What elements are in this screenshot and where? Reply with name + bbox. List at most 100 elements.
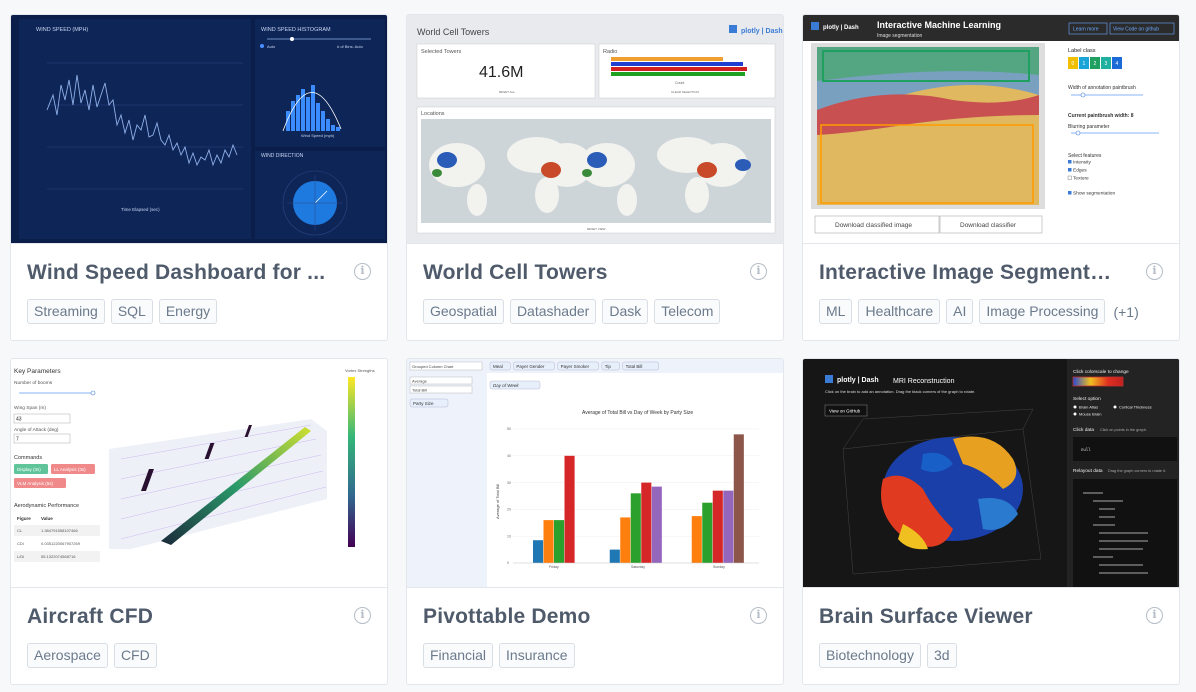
card-title[interactable]: Interactive Image Segmenta...	[819, 261, 1119, 285]
app-card-aircraft-cfd[interactable]: Key Parameters Number of booms Wing Span…	[10, 358, 388, 685]
preview-heading: World Cell Towers	[417, 27, 490, 37]
locations-label: Locations	[421, 111, 445, 117]
colorscale-title: Click colorscale to change	[1073, 369, 1129, 375]
info-icon[interactable]: i	[354, 607, 371, 624]
y-tick-label: 50	[507, 427, 511, 431]
display-button: Display (3s)	[17, 467, 41, 472]
bar	[651, 486, 662, 563]
bar	[620, 517, 631, 563]
bar	[533, 540, 544, 563]
field-pill-label: Payer Gender	[516, 364, 545, 369]
bar	[691, 516, 702, 563]
card-title[interactable]: Wind Speed Dashboard for ...	[27, 261, 325, 285]
count-axis: Count	[675, 81, 684, 85]
learn-more-button: Learn more	[1073, 27, 1099, 33]
segmentation-preview: plotly | Dash Interactive Machine Learni…	[803, 15, 1179, 243]
renderer-select: Grouped Column Chart	[412, 364, 454, 369]
tag[interactable]: Biotechnology	[819, 643, 921, 668]
bar	[630, 493, 641, 563]
info-icon[interactable]: i	[354, 263, 371, 280]
app-card-brain-surface[interactable]: plotly | Dash MRI Reconstruction Click o…	[802, 358, 1180, 685]
y-tick-label: 10	[507, 534, 511, 538]
feature-intensity: Intensity	[1073, 160, 1091, 166]
card-thumbnail[interactable]: Key Parameters Number of booms Wing Span…	[11, 359, 387, 588]
radio-label: Radio	[603, 49, 617, 55]
tag[interactable]: Financial	[423, 643, 494, 668]
blurring-label: Blurring parameter	[1068, 124, 1110, 130]
bar	[641, 482, 652, 563]
tag[interactable]: CFD	[113, 643, 157, 668]
angle-input: 7	[16, 437, 19, 443]
relayout-hint: Drag the graph corners to rotate it.	[1108, 469, 1166, 473]
tag[interactable]: Datashader	[509, 299, 597, 324]
card-title[interactable]: Aircraft CFD	[27, 605, 153, 629]
tag[interactable]: Image Processing	[979, 299, 1106, 324]
select-features-label: Select features	[1068, 153, 1102, 159]
relayout-title: Relayout data	[1073, 468, 1103, 474]
tag[interactable]: AI	[946, 299, 974, 324]
tag[interactable]: Dask	[602, 299, 649, 324]
info-icon[interactable]: i	[1146, 263, 1163, 280]
info-icon[interactable]: i	[750, 263, 767, 280]
option-cortical-thickness: Cortical Thickness	[1119, 405, 1152, 410]
field-pill-label: Payer Smoker	[561, 364, 590, 369]
y-tick-label: 30	[507, 481, 511, 485]
class-0: 0	[1072, 61, 1075, 67]
tag[interactable]: SQL	[110, 299, 153, 324]
option-brain-atlas: Brain Atlas	[1079, 405, 1098, 410]
tag-list: Geospatial Datashader Dask Telecom	[423, 299, 721, 324]
more-tags-count[interactable]: (+1)	[1113, 304, 1138, 320]
tag-list: ML Healthcare AI Image Processing (+1)	[819, 299, 1139, 324]
panel-wind-speed-title: WIND SPEED (MPH)	[36, 27, 88, 33]
tag[interactable]: Insurance	[499, 643, 575, 668]
tag[interactable]: Streaming	[27, 299, 105, 324]
tag[interactable]: Healthcare	[858, 299, 941, 324]
app-card-wind-speed[interactable]: WIND SPEED (MPH) WIND SPEED HISTOGRAM WI…	[10, 14, 388, 341]
col-figure: Figure	[17, 516, 31, 521]
card-thumbnail[interactable]: plotly | Dash MRI Reconstruction Click o…	[803, 359, 1179, 588]
card-thumbnail[interactable]: plotly | Dash Interactive Machine Learni…	[803, 15, 1179, 244]
selected-towers-value: 41.6M	[479, 64, 523, 81]
bar	[712, 490, 723, 563]
click-data-value: null	[1081, 447, 1091, 452]
angle-label: Angle of Attack (deg)	[14, 427, 59, 433]
github-button: View on GitHub	[829, 409, 861, 414]
download-classifier-button: Download classifier	[960, 222, 1017, 229]
app-card-world-cell-towers[interactable]: World Cell Towers plotly | Dash Selected…	[406, 14, 784, 341]
svg-text:plotly | Dash: plotly | Dash	[823, 25, 859, 31]
select-option-title: Select option	[1073, 396, 1101, 402]
card-title[interactable]: Brain Surface Viewer	[819, 605, 1033, 629]
class-1: 1	[1083, 61, 1086, 67]
card-thumbnail[interactable]: Grouped Column Chart Average Total Bill …	[407, 359, 783, 588]
info-icon[interactable]: i	[750, 607, 767, 624]
tag[interactable]: Telecom	[654, 299, 721, 324]
aircraft-preview: Key Parameters Number of booms Wing Span…	[11, 359, 387, 587]
bar	[564, 455, 575, 563]
tag[interactable]: Energy	[158, 299, 218, 324]
bar	[733, 434, 744, 563]
tag[interactable]: ML	[819, 299, 853, 324]
plotly-logo: plotly | Dash	[837, 377, 879, 384]
bar	[543, 520, 554, 563]
wind-dashboard-preview: WIND SPEED (MPH) WIND SPEED HISTOGRAM WI…	[11, 15, 387, 243]
key-params-title: Key Parameters	[14, 368, 61, 375]
card-title[interactable]: Pivottable Demo	[423, 605, 591, 629]
col-field-pill: Day of Week	[493, 383, 519, 388]
row-field-pill: Party Size	[413, 401, 434, 406]
field-pill-label: Meal	[493, 364, 503, 369]
app-card-pivottable[interactable]: Grouped Column Chart Average Total Bill …	[406, 358, 784, 685]
card-thumbnail[interactable]: WIND SPEED (MPH) WIND SPEED HISTOGRAM WI…	[11, 15, 387, 244]
panel-direction-title: WIND DIRECTION	[261, 153, 304, 159]
app-card-image-segmentation[interactable]: plotly | Dash Interactive Machine Learni…	[802, 14, 1180, 341]
colorbar-title: Vortex Strengths	[345, 368, 375, 373]
tag[interactable]: 3d	[926, 643, 957, 668]
info-icon[interactable]: i	[1146, 607, 1163, 624]
bar	[702, 502, 713, 563]
y-tick-label: 40	[507, 454, 511, 458]
auto-radio-label: Auto	[267, 44, 276, 49]
card-title[interactable]: World Cell Towers	[423, 261, 608, 285]
card-thumbnail[interactable]: World Cell Towers plotly | Dash Selected…	[407, 15, 783, 244]
tag[interactable]: Aerospace	[27, 643, 108, 668]
tag[interactable]: Geospatial	[423, 299, 504, 324]
aero-perf-title: Aerodynamic Performance	[14, 503, 79, 509]
